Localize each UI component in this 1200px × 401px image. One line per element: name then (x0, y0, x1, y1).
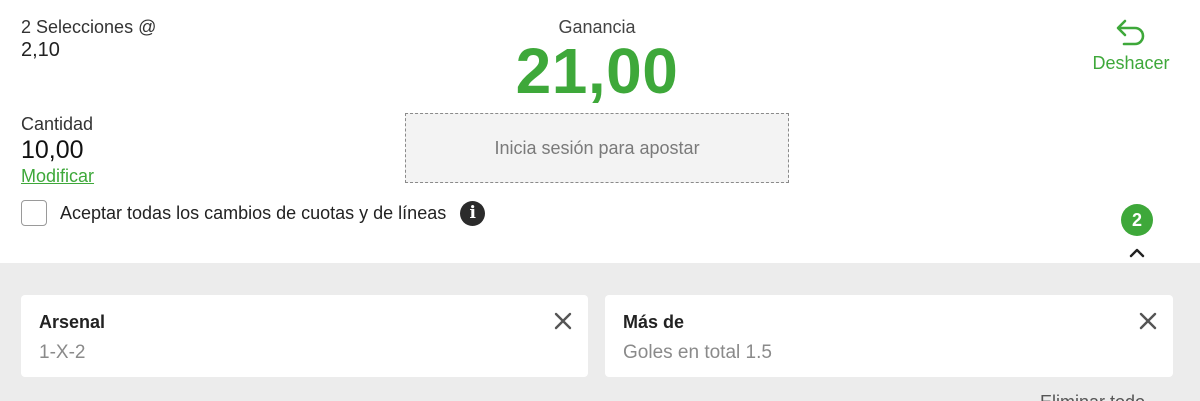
selection-card: Más de Goles en total 1.5 (605, 295, 1173, 377)
accept-changes-checkbox[interactable] (21, 200, 47, 226)
selection-title: Arsenal (39, 312, 106, 332)
gain-value: 21,00 (515, 35, 679, 107)
selections-count-label: 2 Selecciones @ (21, 17, 157, 37)
selection-card: Arsenal 1-X-2 (21, 295, 588, 377)
modify-amount-link[interactable]: Modificar (21, 165, 94, 187)
potential-gain: Ganancia 21,00 (497, 16, 697, 103)
betslip-summary: 2 Selecciones @ 2,10 Ganancia 21,00 Desh… (0, 0, 1200, 274)
amount-value: 10,00 (21, 136, 84, 164)
remove-all-link[interactable]: Eliminar todo (1040, 392, 1145, 401)
info-icon[interactable]: i (460, 200, 486, 226)
selections-summary: 2 Selecciones @ 2,10 (21, 16, 156, 61)
undo-icon (1116, 19, 1145, 46)
close-icon[interactable] (554, 312, 572, 330)
undo-label: Deshacer (1092, 53, 1170, 73)
selection-title: Más de (623, 312, 685, 332)
stake-amount: Cantidad 10,00 Modificar (21, 113, 94, 187)
login-to-bet-button[interactable]: Inicia sesión para apostar (405, 113, 789, 183)
selection-market: Goles en total 1.5 (623, 342, 772, 363)
total-odds: 2,10 (21, 39, 60, 61)
selections-count-badge: 2 (1121, 204, 1153, 236)
accept-changes-label: Aceptar todas los cambios de cuotas y de… (60, 202, 447, 223)
amount-label: Cantidad (21, 114, 94, 134)
undo-button[interactable]: Deshacer (1085, 18, 1177, 74)
chevron-up-icon (1129, 248, 1145, 258)
accept-changes-row: Aceptar todas los cambios de cuotas y de… (21, 200, 486, 226)
selection-market: 1-X-2 (39, 342, 86, 363)
close-icon[interactable] (1139, 312, 1157, 330)
